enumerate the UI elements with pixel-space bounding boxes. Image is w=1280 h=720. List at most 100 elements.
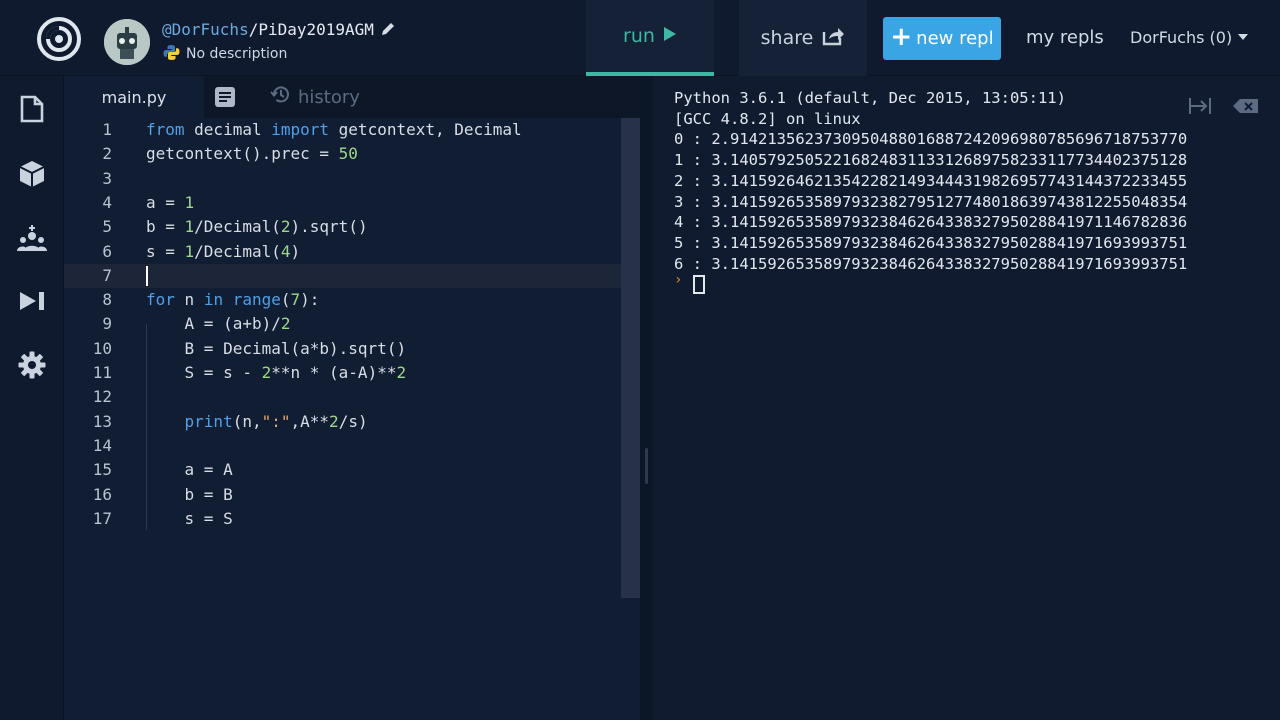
run-label: run: [623, 25, 655, 47]
user-menu[interactable]: DorFuchs (0): [1130, 28, 1249, 47]
editor-scrollbar[interactable]: [621, 118, 640, 598]
repl-description[interactable]: No description: [163, 44, 287, 62]
code-line[interactable]: 12: [64, 385, 640, 409]
run-button[interactable]: run: [586, 0, 714, 76]
console-line: Python 3.6.1 (default, Dec 2015, 13:05:1…: [674, 89, 1066, 107]
console-line: 6 : 3.1415926535897932384626433832795028…: [674, 254, 1188, 273]
tab-history[interactable]: history: [270, 86, 360, 108]
code-editor[interactable]: main.py history 1 from decimal import get…: [64, 76, 640, 720]
line-number: 11: [92, 363, 112, 382]
title-separator: /: [248, 20, 259, 39]
code-line[interactable]: 2 getcontext().prec = 50: [64, 142, 640, 166]
line-number: 5: [102, 217, 112, 237]
file-list-icon[interactable]: [214, 86, 238, 108]
console-line: [GCC 4.8.2] on linux: [674, 109, 861, 128]
line-number: 2: [102, 144, 112, 164]
code-line[interactable]: 4 a = 1: [64, 191, 640, 215]
line-number: 6: [102, 241, 112, 261]
line-number: 14: [92, 435, 112, 455]
console-line: 3 : 3.1415926535897932382795127748018639…: [674, 192, 1188, 211]
share-icon: [821, 26, 845, 51]
line-number: 12: [92, 387, 112, 407]
text-cursor: [146, 265, 148, 286]
line-number: 10: [92, 338, 112, 358]
share-button[interactable]: share: [739, 0, 867, 76]
prompt-chevron-icon: ›: [674, 272, 683, 288]
avatar[interactable]: [104, 19, 150, 65]
pane-splitter[interactable]: [640, 76, 653, 720]
my-repls-link[interactable]: my repls: [1026, 27, 1104, 48]
packages-icon[interactable]: [17, 159, 47, 189]
line-number: 13: [92, 411, 112, 431]
code-line[interactable]: 11 S = s - 2**n * (a-A)**2: [64, 361, 640, 385]
console-line: 1 : 3.1405792505221682483113312689758233…: [674, 151, 1188, 170]
line-number: 3: [102, 168, 112, 188]
history-icon: [270, 84, 291, 110]
code-line[interactable]: 3: [64, 167, 640, 191]
line-number: 7: [102, 265, 112, 285]
code-text[interactable]: B = Decimal(a*b).sqrt(): [146, 337, 407, 361]
code-line[interactable]: 17 s = S: [64, 507, 640, 531]
debugger-icon[interactable]: [17, 286, 47, 316]
code-text[interactable]: getcontext().prec = 50: [146, 142, 358, 166]
python-icon: [163, 44, 180, 61]
splitter-handle[interactable]: [645, 448, 648, 484]
repl-title[interactable]: @DorFuchs/PiDay2019AGM: [162, 20, 396, 41]
console-toggle-icon[interactable]: [1188, 95, 1214, 117]
console-line: 4 : 3.1415926535897932384626433832795028…: [674, 213, 1188, 232]
code-area[interactable]: 1 from decimal import getcontext, Decimal…: [64, 118, 640, 720]
line-number: 4: [102, 192, 112, 212]
line-number: 16: [92, 484, 112, 504]
code-text[interactable]: print(n,":",A**2/s): [146, 410, 368, 434]
code-text[interactable]: a = A: [146, 458, 233, 482]
code-text[interactable]: s = 1/Decimal(4): [146, 240, 300, 264]
line-number: 9: [102, 314, 112, 334]
code-text[interactable]: from decimal import getcontext, Decimal: [146, 118, 522, 142]
share-label: share: [760, 27, 814, 49]
top-bar: @DorFuchs/PiDay2019AGM No description ru…: [0, 0, 1280, 76]
console-pane[interactable]: Python 3.6.1 (default, Dec 2015, 13:05:1…: [653, 76, 1280, 720]
code-text[interactable]: s = S: [146, 507, 233, 531]
code-text[interactable]: b = 1/Decimal(2).sqrt(): [146, 215, 368, 239]
code-line[interactable]: 10 B = Decimal(a*b).sqrt(): [64, 337, 640, 361]
add-user-icon[interactable]: [17, 224, 47, 254]
console-input-cursor[interactable]: [693, 275, 705, 294]
code-text[interactable]: a = 1: [146, 191, 194, 215]
code-line[interactable]: 6 s = 1/Decimal(4): [64, 240, 640, 264]
plus-icon: +: [890, 22, 913, 52]
editor-tabs: main.py history: [64, 76, 640, 118]
code-line[interactable]: 9 A = (a+b)/2: [64, 312, 640, 336]
pencil-icon[interactable]: [380, 21, 396, 41]
code-line[interactable]: 8 for n in range(7):: [64, 288, 640, 312]
new-repl-button[interactable]: + new repl: [883, 17, 1001, 60]
play-icon: [663, 25, 677, 47]
line-number: 17: [92, 508, 112, 528]
code-line[interactable]: 16 b = B: [64, 483, 640, 507]
code-line[interactable]: 15 a = A: [64, 458, 640, 482]
console-line: 0 : 2.9142135623730950488016887242096980…: [674, 130, 1188, 149]
code-line[interactable]: 1 from decimal import getcontext, Decimal: [64, 118, 640, 142]
replit-logo-icon[interactable]: [36, 16, 82, 62]
line-number: 15: [92, 460, 112, 480]
code-text[interactable]: S = s - 2**n * (a-A)**2: [146, 361, 407, 385]
console-line: 2 : 3.1415926462135422821493444319826957…: [674, 171, 1188, 190]
clear-console-icon[interactable]: [1232, 95, 1258, 117]
tab-main-py[interactable]: main.py: [64, 76, 204, 118]
code-text[interactable]: for n in range(7):: [146, 288, 319, 312]
code-line[interactable]: 7: [64, 263, 640, 289]
history-label: history: [298, 86, 360, 108]
description-text: No description: [186, 46, 288, 62]
new-repl-label: new repl: [916, 28, 994, 49]
code-text[interactable]: A = (a+b)/2: [146, 312, 291, 336]
console-line: 5 : 3.1415926535897932384626433832795028…: [674, 233, 1188, 252]
repl-owner[interactable]: @DorFuchs: [162, 20, 249, 39]
settings-icon[interactable]: [17, 350, 47, 380]
code-line[interactable]: 14: [64, 434, 640, 458]
repl-name[interactable]: PiDay2019AGM: [258, 20, 374, 39]
code-line[interactable]: 5 b = 1/Decimal(2).sqrt(): [64, 215, 640, 239]
code-text[interactable]: b = B: [146, 483, 233, 507]
user-label: DorFuchs (0): [1130, 28, 1233, 47]
code-line[interactable]: 13 print(n,":",A**2/s): [64, 410, 640, 434]
files-icon[interactable]: [17, 94, 47, 124]
chevron-down-icon: [1238, 34, 1249, 40]
